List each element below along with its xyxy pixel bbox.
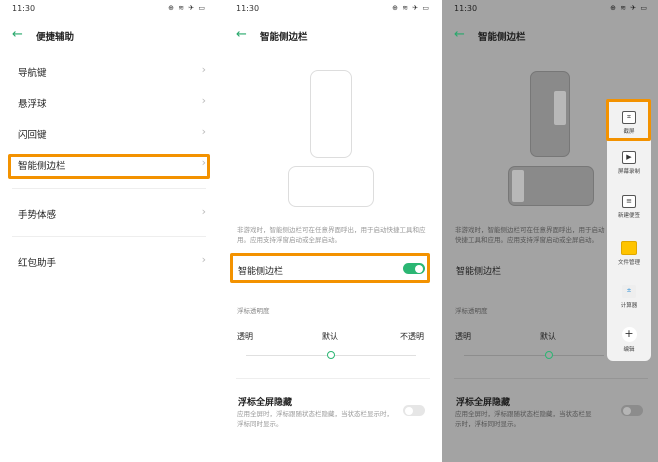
opacity-default-label: 默认 [540, 332, 556, 341]
sidebar-handle-illustration [512, 170, 524, 202]
fullscreen-hide-title: 浮标全屏隐藏 [238, 398, 293, 408]
plus-icon: + [621, 327, 637, 342]
menu-item-flashback-key[interactable]: 闪回键 › [0, 121, 216, 145]
page-header: ← 便捷辅助 [12, 28, 206, 44]
tool-label: 文件管理 [617, 260, 640, 266]
status-icons: ⊕ ≋ ✈ ▭ [610, 4, 648, 12]
divider [454, 378, 648, 379]
divider [236, 378, 430, 379]
menu-item-gestures[interactable]: 手势体感 › [0, 201, 216, 225]
chevron-right-icon: › [201, 63, 206, 76]
tool-label: 屏幕录制 [617, 169, 640, 175]
menu-item-red-packet-assistant[interactable]: 红包助手 › [0, 249, 216, 273]
back-arrow-icon[interactable]: ← [12, 28, 23, 42]
opacity-transparent-label: 透明 [455, 332, 471, 341]
status-time: 11:30 [236, 4, 260, 13]
menu-item-label: 手势体感 [18, 210, 57, 221]
calculator-icon: ± [622, 285, 636, 298]
status-bar: 11:30 ⊕ ≋ ✈ ▭ [12, 4, 206, 16]
status-time: 11:30 [12, 4, 36, 13]
menu-item-label: 悬浮球 [18, 99, 47, 110]
divider [12, 188, 206, 189]
status-icons: ⊕ ≋ ✈ ▭ [392, 4, 430, 12]
tool-label: 编辑 [623, 347, 635, 353]
sidebar-description: 非游戏时，智能侧边栏可在任意界面呼出，用于启动快捷工具和应用。应用支持浮窗启动或… [455, 226, 605, 244]
menu-item-label: 红包助手 [18, 258, 57, 269]
menu-item-floating-ball[interactable]: 悬浮球 › [0, 90, 216, 114]
page-title: 便捷辅助 [36, 32, 75, 43]
landscape-phone-illustration [288, 166, 374, 207]
fullscreen-hide-toggle[interactable] [403, 405, 425, 416]
highlight-box [606, 99, 651, 141]
folder-icon [621, 241, 637, 255]
chevron-right-icon: › [201, 205, 206, 218]
tool-label: 计算器 [620, 303, 638, 309]
sidebar-toggle-label: 智能侧边栏 [456, 267, 502, 277]
page-title: 智能侧边栏 [260, 32, 308, 43]
highlight-box [8, 154, 210, 179]
opacity-slider-track [464, 355, 604, 356]
accessibility-screen: 11:30 ⊕ ≋ ✈ ▭ ← 便捷辅助 导航键 › 悬浮球 › 闪回键 › 智… [0, 0, 216, 462]
status-icons: ⊕ ≋ ✈ ▭ [168, 4, 206, 12]
tool-edit[interactable]: + 编辑 [607, 327, 651, 353]
opacity-slider-handle[interactable] [327, 351, 335, 359]
tool-new-note[interactable]: ≡ 新建便签 [607, 195, 651, 219]
status-bar: 11:30 ⊕ ≋ ✈ ▭ [236, 4, 430, 16]
divider [12, 236, 206, 237]
fullscreen-hide-desc: 应用全屏时，浮标跟随状态栏隐藏，当状态栏显示时，浮标同时显示。 [237, 410, 393, 428]
tool-file-manager[interactable]: 文件管理 [607, 241, 651, 266]
opacity-opaque-label: 不透明 [400, 332, 424, 341]
tool-screen-record[interactable]: ▶ 屏幕录制 [607, 151, 651, 175]
sidebar-handle-illustration [554, 91, 566, 125]
portrait-phone-illustration [310, 70, 352, 158]
opacity-slider-handle [545, 351, 553, 359]
chevron-right-icon: › [201, 125, 206, 138]
opacity-transparent-label: 透明 [237, 332, 253, 341]
status-time: 11:30 [454, 4, 478, 13]
fullscreen-hide-toggle [621, 405, 643, 416]
chevron-right-icon: › [201, 94, 206, 107]
back-arrow-icon[interactable]: ← [236, 28, 247, 42]
tool-label: 新建便签 [617, 213, 640, 219]
video-icon: ▶ [622, 151, 636, 164]
tool-calculator[interactable]: ± 计算器 [607, 285, 651, 309]
page-header: ← 智能侧边栏 [454, 28, 648, 44]
menu-item-label: 闪回键 [18, 130, 47, 141]
menu-item-label: 导航键 [18, 68, 47, 79]
status-bar: 11:30 ⊕ ≋ ✈ ▭ [454, 4, 648, 16]
menu-item-navigation-keys[interactable]: 导航键 › [0, 59, 216, 83]
back-arrow-icon[interactable]: ← [454, 28, 465, 42]
note-icon: ≡ [622, 195, 636, 208]
opacity-default-label: 默认 [322, 332, 338, 341]
page-header: ← 智能侧边栏 [236, 28, 430, 44]
sidebar-description: 非游戏时，智能侧边栏可在任意界面呼出，用于启动快捷工具和应用。应用支持浮窗启动或… [237, 226, 426, 244]
chevron-right-icon: › [201, 253, 206, 266]
opacity-label: 浮标透明度 [455, 307, 488, 315]
opacity-label: 浮标透明度 [237, 307, 270, 315]
highlight-box [230, 253, 430, 283]
page-title: 智能侧边栏 [478, 32, 526, 43]
fullscreen-hide-title: 浮标全屏隐藏 [456, 398, 511, 408]
smart-sidebar-screen: 11:30 ⊕ ≋ ✈ ▭ ← 智能侧边栏 非游戏时，智能侧边栏可在任意界面呼出… [224, 0, 440, 462]
fullscreen-hide-desc: 应用全屏时，浮标跟随状态栏隐藏，当状态栏显示时，浮标同时显示。 [455, 410, 592, 428]
